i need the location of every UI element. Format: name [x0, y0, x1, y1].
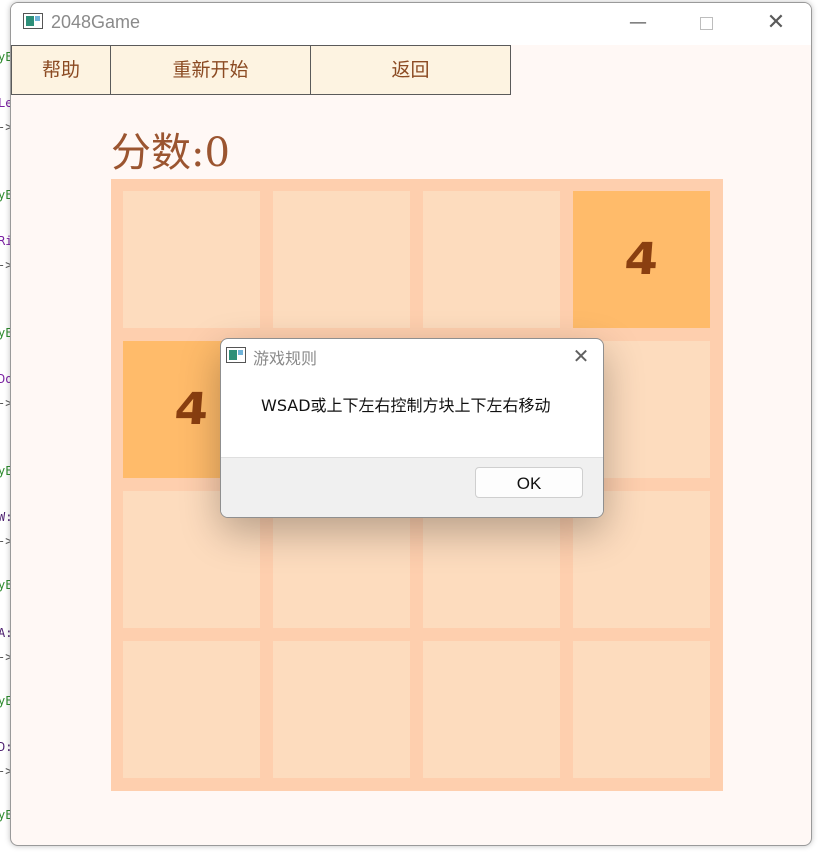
empty-cell — [423, 191, 560, 328]
dialog-app-icon — [226, 347, 246, 363]
dialog-close-button[interactable]: ✕ — [561, 339, 601, 373]
restart-button[interactable]: 重新开始 — [110, 45, 311, 95]
empty-cell — [123, 191, 260, 328]
dialog-message: WSAD或上下左右控制方块上下左右移动 — [261, 396, 551, 415]
empty-cell — [573, 641, 710, 778]
maximize-button[interactable] — [683, 3, 729, 45]
maximize-icon — [700, 17, 713, 30]
tile-number: 4 — [622, 234, 661, 285]
dialog-footer: OK — [221, 457, 603, 517]
rules-dialog: 游戏规则 ✕ WSAD或上下左右控制方块上下左右移动 OK — [220, 338, 604, 518]
back-button[interactable]: 返回 — [310, 45, 511, 95]
empty-cell — [273, 641, 410, 778]
score-label: 分数:0 — [111, 130, 230, 176]
help-button[interactable]: 帮助 — [11, 45, 111, 95]
empty-cell — [423, 641, 560, 778]
tile-4: 4 — [573, 191, 710, 328]
ok-button[interactable]: OK — [475, 467, 583, 498]
minimize-button[interactable]: — — [615, 3, 661, 45]
close-button[interactable]: ✕ — [753, 3, 799, 45]
title-bar: 2048Game — ✕ — [11, 3, 811, 45]
dialog-title: 游戏规则 — [253, 349, 318, 368]
app-icon — [23, 13, 43, 29]
empty-cell — [273, 191, 410, 328]
window-title: 2048Game — [51, 12, 141, 32]
empty-cell — [123, 641, 260, 778]
